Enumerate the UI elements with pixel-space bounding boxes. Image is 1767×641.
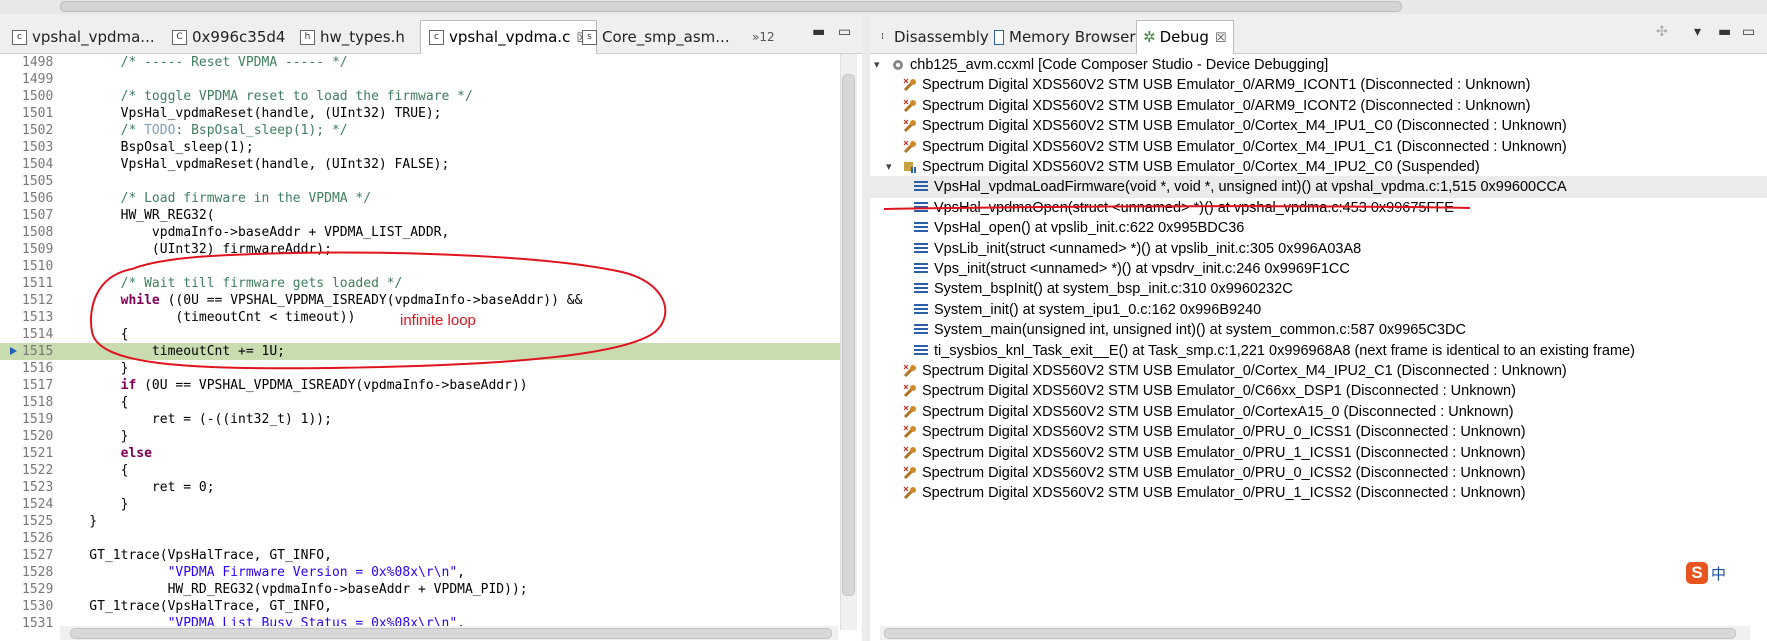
infinite-loop-annotation: infinite loop	[400, 312, 476, 329]
annotation-ellipse	[90, 251, 667, 370]
ime-indicator[interactable]: S 中	[1686, 562, 1734, 588]
pane-splitter[interactable]	[862, 14, 870, 641]
annotation-underline-overlay	[883, 205, 1471, 210]
debug-view-pane: ⁞ Disassembly Memory Browser ✲ Debug ☒ ✣ ▾ …	[870, 14, 1767, 641]
code-editor-pane: c vpshal_vpdma... C 0x996c35d4 h hw_types.h…	[0, 14, 863, 641]
annotation-underline	[883, 205, 1471, 210]
ime-chinese-mode-label: 中	[1711, 565, 1727, 583]
sogou-logo-icon: S	[1686, 562, 1708, 584]
debug-horizontal-scroll-thumb[interactable]	[884, 628, 1736, 639]
top-scroll-thumb[interactable]	[60, 1, 1402, 12]
